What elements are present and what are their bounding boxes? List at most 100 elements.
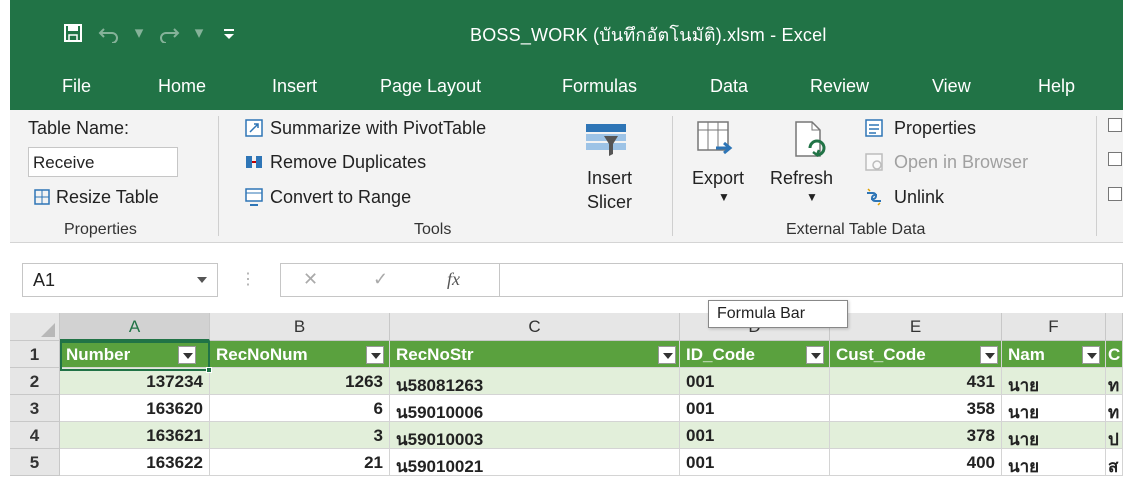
- table-header-cell[interactable]: RecNoNum: [210, 341, 390, 368]
- refresh-label: Refresh: [770, 168, 834, 188]
- cell[interactable]: ท: [1106, 368, 1123, 395]
- row-header-1[interactable]: 1: [10, 341, 60, 368]
- cell[interactable]: น59010003: [390, 422, 680, 449]
- tab-file[interactable]: File: [62, 76, 91, 97]
- slicer-icon: [584, 122, 628, 162]
- cell[interactable]: 001: [680, 449, 830, 476]
- header-label: Cust_Code: [836, 345, 926, 364]
- chevron-down-icon[interactable]: ▾: [194, 22, 204, 44]
- checkbox-icon[interactable]: [1108, 152, 1122, 166]
- tab-page-layout[interactable]: Page Layout: [380, 76, 481, 97]
- row-header-3[interactable]: 3: [10, 395, 60, 422]
- chevron-down-icon[interactable]: [197, 277, 207, 283]
- filter-dropdown-icon[interactable]: [178, 346, 196, 364]
- cell[interactable]: ท: [1106, 395, 1123, 422]
- column-header-a[interactable]: A: [60, 313, 210, 341]
- cell[interactable]: นาย: [1002, 368, 1106, 395]
- pivottable-icon: [244, 118, 264, 138]
- cell[interactable]: 6: [210, 395, 390, 422]
- row-header-5[interactable]: 5: [10, 449, 60, 476]
- formula-input[interactable]: [500, 263, 1123, 297]
- convert-range-icon: [244, 187, 264, 207]
- table-name-label: Table Name:: [28, 118, 130, 138]
- filter-dropdown-icon[interactable]: [1082, 346, 1100, 364]
- cell[interactable]: 431: [830, 368, 1002, 395]
- group-label-properties: Properties: [64, 221, 137, 238]
- cell[interactable]: 137234: [60, 368, 210, 395]
- formula-bar-row: A1 ⋮ ✕ ✓ fx: [10, 243, 1123, 313]
- cell[interactable]: 001: [680, 422, 830, 449]
- filter-dropdown-icon[interactable]: [366, 346, 384, 364]
- cell[interactable]: น58081263: [390, 368, 680, 395]
- checkbox-icon[interactable]: [1108, 187, 1122, 201]
- group-label-tools: Tools: [414, 221, 452, 238]
- cell[interactable]: 163620: [60, 395, 210, 422]
- row-header-4[interactable]: 4: [10, 422, 60, 449]
- column-header-f[interactable]: F: [1002, 313, 1106, 341]
- column-header-b[interactable]: B: [210, 313, 390, 341]
- table-header-cell[interactable]: Nam: [1002, 341, 1106, 368]
- filter-dropdown-icon[interactable]: [980, 346, 998, 364]
- redo-icon[interactable]: [158, 22, 180, 44]
- cell[interactable]: 400: [830, 449, 1002, 476]
- summarize-pivottable-label: Summarize with PivotTable: [270, 118, 487, 138]
- customize-icon[interactable]: [218, 22, 240, 44]
- cell[interactable]: ป: [1106, 422, 1123, 449]
- cell[interactable]: 378: [830, 422, 1002, 449]
- drag-handle-icon[interactable]: ⋮: [240, 269, 256, 289]
- export-label: Export: [692, 168, 745, 188]
- cell[interactable]: นาย: [1002, 395, 1106, 422]
- cell[interactable]: นาย: [1002, 422, 1106, 449]
- cell[interactable]: 1263: [210, 368, 390, 395]
- table-header-cell[interactable]: Cust_Code: [830, 341, 1002, 368]
- ribbon-tabs: File Home Insert Page Layout Formulas Da…: [10, 64, 1123, 110]
- tab-view[interactable]: View: [932, 76, 971, 97]
- cell[interactable]: 163621: [60, 422, 210, 449]
- cell[interactable]: นาย: [1002, 449, 1106, 476]
- cell[interactable]: 001: [680, 368, 830, 395]
- select-all-corner[interactable]: [10, 313, 60, 341]
- cell[interactable]: น59010021: [390, 449, 680, 476]
- tab-data[interactable]: Data: [710, 76, 748, 97]
- tab-help[interactable]: Help: [1038, 76, 1075, 97]
- insert-function-icon[interactable]: fx: [447, 269, 460, 290]
- tab-insert[interactable]: Insert: [272, 76, 317, 97]
- column-header-e[interactable]: E: [830, 313, 1002, 341]
- worksheet-grid: A B C D E F 1 Number RecNoNum RecNoStr I…: [10, 313, 1123, 493]
- chevron-down-icon[interactable]: ▾: [134, 22, 144, 44]
- enter-icon[interactable]: ✓: [373, 269, 388, 290]
- table-header-cell[interactable]: Number: [60, 341, 210, 368]
- save-icon[interactable]: [62, 22, 84, 44]
- table-header-cell[interactable]: ID_Code: [680, 341, 830, 368]
- cell[interactable]: น59010006: [390, 395, 680, 422]
- browser-icon: [864, 152, 884, 172]
- undo-icon[interactable]: [98, 22, 120, 44]
- cell[interactable]: 163622: [60, 449, 210, 476]
- row-header-2[interactable]: 2: [10, 368, 60, 395]
- column-header-g[interactable]: [1106, 313, 1123, 341]
- table-header-cell[interactable]: RecNoStr: [390, 341, 680, 368]
- cell[interactable]: 358: [830, 395, 1002, 422]
- checkbox-icon[interactable]: [1108, 118, 1122, 132]
- unlink-icon: [864, 187, 884, 207]
- column-header-c[interactable]: C: [390, 313, 680, 341]
- cell[interactable]: ส: [1106, 449, 1123, 476]
- filter-dropdown-icon[interactable]: [806, 346, 824, 364]
- document-title: BOSS_WORK (บันทึกอัตโนมัติ).xlsm - Excel: [470, 25, 827, 45]
- group-divider: [672, 116, 673, 236]
- unlink-label: Unlink: [894, 187, 945, 207]
- cell[interactable]: 001: [680, 395, 830, 422]
- table-name-input[interactable]: Receive: [28, 147, 178, 177]
- name-box[interactable]: A1: [22, 263, 218, 297]
- cancel-icon[interactable]: ✕: [303, 269, 318, 290]
- tab-review[interactable]: Review: [810, 76, 869, 97]
- filter-dropdown-icon[interactable]: [658, 346, 676, 364]
- tab-formulas[interactable]: Formulas: [562, 76, 637, 97]
- header-label: ID_Code: [686, 345, 755, 364]
- cell[interactable]: 21: [210, 449, 390, 476]
- group-divider: [1096, 116, 1097, 236]
- cell[interactable]: 3: [210, 422, 390, 449]
- table-header-cell[interactable]: C: [1106, 341, 1123, 368]
- convert-to-range-label: Convert to Range: [270, 187, 412, 207]
- tab-home[interactable]: Home: [158, 76, 206, 97]
